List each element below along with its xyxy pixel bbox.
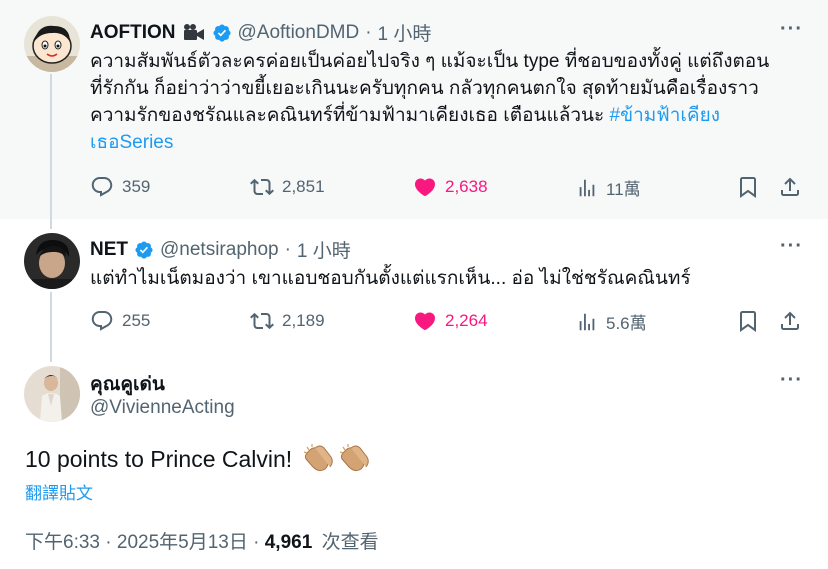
more-options-icon[interactable]: ··· (780, 369, 803, 392)
reply-button[interactable]: 255 (90, 309, 150, 333)
share-icon (781, 311, 799, 330)
repost-button[interactable]: 2,851 (250, 175, 325, 199)
main-tweet-handle: @VivienneActing (90, 397, 235, 419)
display-name[interactable]: คุณคูเด่น (90, 369, 165, 399)
repost-icon (250, 178, 274, 196)
main-tweet-name: คุณคูเด่น (90, 369, 165, 399)
heart-filled-icon (414, 178, 436, 197)
display-name[interactable]: AOFTION (90, 22, 176, 44)
tweet-time[interactable]: 1 小時 (297, 236, 351, 263)
views-button[interactable]: 5.6萬 (576, 309, 647, 334)
more-options-icon[interactable]: ··· (780, 18, 803, 41)
tweet-timestamp[interactable]: 下午6:33 (25, 532, 100, 553)
like-button[interactable]: 2,638 (413, 175, 488, 199)
repost-button[interactable]: 2,189 (250, 309, 325, 333)
bookmark-button[interactable] (736, 175, 760, 199)
display-name[interactable]: NET (90, 239, 128, 261)
verified-badge-icon (134, 240, 154, 260)
verified-badge-icon (212, 23, 232, 43)
movie-camera-icon (182, 23, 206, 43)
reply-button[interactable]: 359 (90, 175, 150, 199)
share-icon (781, 177, 799, 196)
translate-post-link[interactable]: 翻譯貼文 (25, 479, 93, 504)
avatar[interactable] (24, 366, 80, 422)
more-options-icon[interactable]: ··· (780, 235, 803, 258)
view-count: 4,961 (264, 532, 313, 553)
tweet-time[interactable]: 1 小時 (378, 19, 432, 46)
bookmark-icon (740, 311, 756, 332)
repost-icon (250, 312, 274, 330)
avatar[interactable] (24, 16, 80, 72)
view-count-label: 次查看 (321, 532, 379, 553)
like-button[interactable]: 2,264 (413, 309, 488, 333)
views-button[interactable]: 11萬 (576, 175, 641, 200)
tweet-date[interactable]: 2025年5月13日 (117, 532, 248, 553)
tweet-meta: 下午6:33 · 2025年5月13日 · 4,961 次查看 (25, 532, 379, 553)
tweet-text: ความสัมพันธ์ตัวละครค่อยเป็นค่อยไปจริง ๆ … (90, 51, 770, 153)
reply-icon (91, 177, 113, 197)
clapping-hands-icon (339, 443, 371, 473)
tweet-text: 10 points to Prince Calvin! (25, 443, 371, 475)
share-button[interactable] (778, 309, 802, 333)
analytics-icon (579, 313, 595, 330)
analytics-icon (579, 179, 595, 196)
tweet-actions: 255 2,189 2,264 5.6萬 (90, 309, 802, 337)
user-handle[interactable]: @VivienneActing (90, 397, 235, 419)
thread-line (50, 74, 52, 229)
reply-icon (91, 311, 113, 331)
tweet-header: NET @netsiraphop · 1 小時 (90, 236, 351, 263)
user-handle[interactable]: @AoftionDMD (238, 22, 360, 44)
tweet-header: AOFTION @AoftionDMD · 1 小時 (90, 19, 431, 46)
avatar[interactable] (24, 233, 80, 289)
clapping-hands-icon (303, 443, 335, 473)
tweet-actions: 359 2,851 2,638 11萬 (90, 175, 802, 203)
bookmark-icon (740, 177, 756, 198)
thread-line (50, 292, 52, 362)
share-button[interactable] (778, 175, 802, 199)
bookmark-button[interactable] (736, 309, 760, 333)
heart-filled-icon (414, 312, 436, 331)
tweet-text: แต่ทำไมเน็ตมองว่า เขาแอบชอบกันตั้งแต่แรก… (90, 268, 691, 289)
user-handle[interactable]: @netsiraphop (160, 239, 279, 261)
